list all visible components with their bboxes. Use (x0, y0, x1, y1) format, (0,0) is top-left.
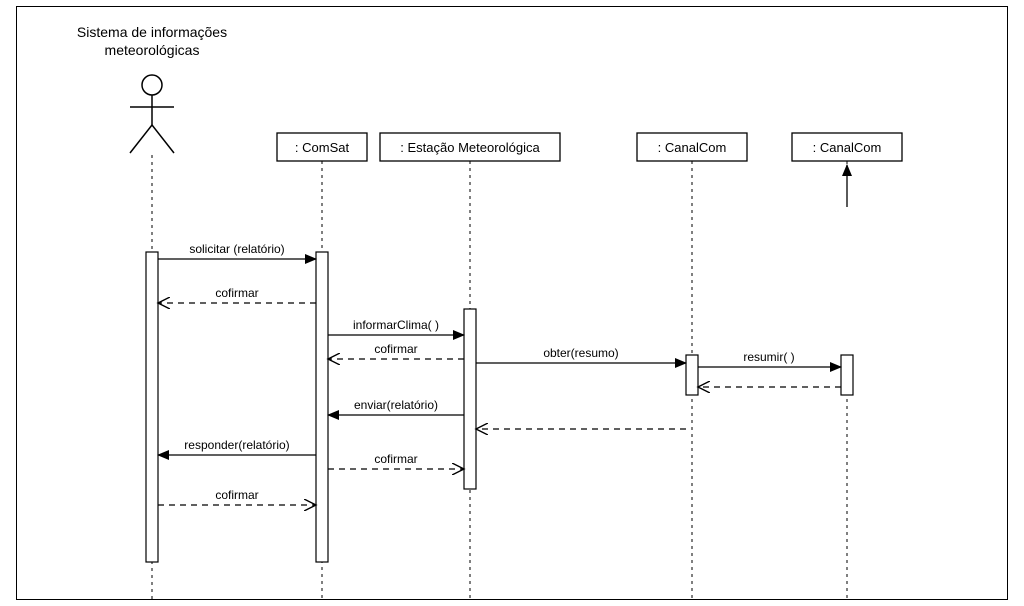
lifeline-canal1: : CanalCom (637, 133, 747, 161)
msg-label-solicitar: solicitar (relatório) (189, 242, 284, 256)
diagram-frame: Sistema de informações meteorológicas : … (16, 6, 1008, 600)
lifeline-label-comsat: : ComSat (295, 140, 350, 155)
msg-label-cofirmar-2: cofirmar (374, 342, 417, 356)
sequence-diagram: Sistema de informações meteorológicas : … (17, 7, 1007, 599)
msg-label-resumir: resumir( ) (743, 350, 794, 364)
activation-actor (146, 252, 158, 562)
msg-label-obter: obter(resumo) (543, 346, 618, 360)
msg-label-cofirmar-4: cofirmar (215, 488, 258, 502)
activation-estacao (464, 309, 476, 489)
lifeline-comsat: : ComSat (277, 133, 367, 161)
msg-label-informarclima: informarClima( ) (353, 318, 439, 332)
actor-title-line2: meteorológicas (105, 42, 200, 58)
lifeline-estacao: : Estação Meteorológica (380, 133, 560, 161)
lifeline-canal2: : CanalCom (792, 133, 902, 161)
msg-label-cofirmar-3: cofirmar (374, 452, 417, 466)
lifeline-label-estacao: : Estação Meteorológica (400, 140, 540, 155)
msg-label-cofirmar-1: cofirmar (215, 286, 258, 300)
activation-canal2 (841, 355, 853, 395)
msg-label-enviar: enviar(relatório) (354, 398, 438, 412)
actor-icon (130, 75, 174, 153)
activation-comsat (316, 252, 328, 562)
actor-title-line1: Sistema de informações (77, 24, 227, 40)
lifeline-label-canal2: : CanalCom (813, 140, 882, 155)
lifeline-label-canal1: : CanalCom (658, 140, 727, 155)
msg-label-responder: responder(relatório) (184, 438, 289, 452)
activation-canal1 (686, 355, 698, 395)
